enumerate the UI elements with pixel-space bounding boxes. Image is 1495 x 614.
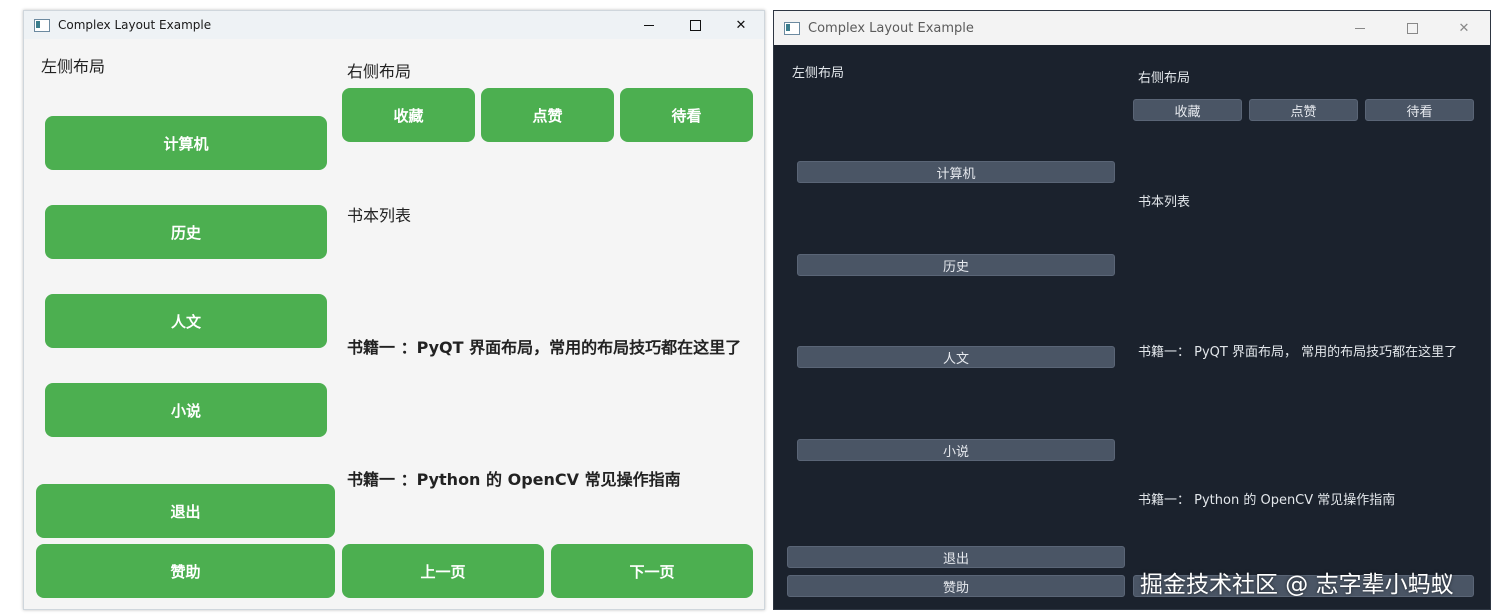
category-history-button[interactable]: 历史 [45,205,327,259]
sponsor-button[interactable]: 赞助 [36,544,335,598]
like-button[interactable]: 点赞 [481,88,614,142]
app-icon [34,18,50,32]
category-novel-button[interactable]: 小说 [45,383,327,437]
watch-later-button[interactable]: 待看 [1365,99,1474,121]
minimize-icon[interactable] [626,11,672,39]
exit-button[interactable]: 退出 [787,546,1125,568]
watermark: 掘金技术社区 @ 志字辈小蚂蚁 [1140,572,1454,598]
maximize-icon[interactable] [672,11,718,39]
book-list-label: 书本列表 [1138,195,1191,210]
category-computer-button[interactable]: 计算机 [45,116,327,170]
close-icon[interactable]: ✕ [1438,11,1490,45]
dark-window: Complex Layout Example ✕ 左侧布局 右侧布局 收藏 点赞… [773,10,1491,610]
left-layout-label: 左侧布局 [41,57,106,76]
window-controls: ✕ [1334,11,1490,45]
prev-page-button[interactable]: 上一页 [342,544,544,598]
left-layout-label: 左侧布局 [792,66,845,81]
maximize-icon[interactable] [1386,11,1438,45]
light-window: Complex Layout Example ✕ 左侧布局 右侧布局 收藏 点赞… [23,10,765,610]
favorite-button[interactable]: 收藏 [342,88,475,142]
like-button[interactable]: 点赞 [1249,99,1358,121]
window-controls: ✕ [626,11,764,39]
window-title: Complex Layout Example [808,20,974,36]
close-icon[interactable]: ✕ [718,11,764,39]
category-novel-button[interactable]: 小说 [797,439,1115,461]
next-page-button[interactable]: 下一页 [551,544,753,598]
right-layout-label: 右侧布局 [1138,71,1191,86]
book-item: 书籍一 ：PyQT 界面布局，常用的布局技巧都在这里了 [347,338,742,357]
category-humanities-button[interactable]: 人文 [797,346,1115,368]
window-title: Complex Layout Example [58,18,212,32]
book-item: 书籍一： PyQT 界面布局， 常用的布局技巧都在这里了 [1138,345,1458,360]
favorite-button[interactable]: 收藏 [1133,99,1242,121]
minimize-icon[interactable] [1334,11,1386,45]
exit-button[interactable]: 退出 [36,484,335,538]
book-item: 书籍一： Python 的 OpenCV 常见操作指南 [1138,493,1396,508]
title-bar[interactable]: Complex Layout Example ✕ [774,11,1490,45]
category-computer-button[interactable]: 计算机 [797,161,1115,183]
title-bar[interactable]: Complex Layout Example ✕ [24,11,764,39]
category-history-button[interactable]: 历史 [797,254,1115,276]
right-layout-label: 右侧布局 [347,62,412,81]
sponsor-button[interactable]: 赞助 [787,575,1125,597]
book-item: 书籍一 ：Python 的 OpenCV 常见操作指南 [347,470,681,489]
app-icon [784,21,800,35]
watch-later-button[interactable]: 待看 [620,88,753,142]
book-list-label: 书本列表 [347,206,412,225]
category-humanities-button[interactable]: 人文 [45,294,327,348]
